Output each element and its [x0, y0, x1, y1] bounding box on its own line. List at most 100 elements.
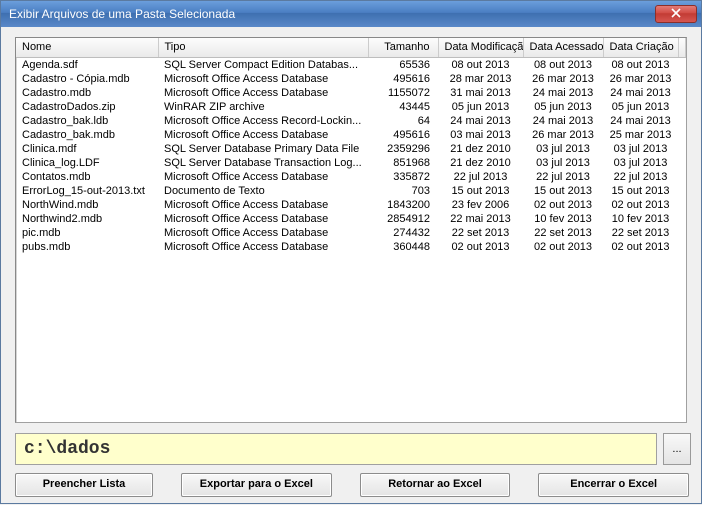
cell-tipo: Microsoft Office Access Database	[158, 226, 368, 240]
cell-nome: NorthWind.mdb	[16, 198, 158, 212]
cell-nome: CadastroDados.zip	[16, 100, 158, 114]
cell-cre: 03 jul 2013	[603, 156, 678, 170]
cell-cre: 10 fev 2013	[603, 212, 678, 226]
cell-tamanho: 495616	[368, 72, 438, 86]
table-row[interactable]: Cadastro.mdbMicrosoft Office Access Data…	[16, 86, 686, 100]
cell-tipo: Microsoft Office Access Database	[158, 240, 368, 254]
cell-tipo: WinRAR ZIP archive	[158, 100, 368, 114]
cell-acc: 26 mar 2013	[523, 72, 603, 86]
cell-nome: Contatos.mdb	[16, 170, 158, 184]
cell-mod: 22 jul 2013	[438, 170, 523, 184]
cell-tipo: Microsoft Office Access Database	[158, 170, 368, 184]
close-button[interactable]	[655, 5, 697, 23]
cell-nome: Northwind2.mdb	[16, 212, 158, 226]
col-nome[interactable]: Nome	[16, 38, 158, 57]
export-excel-button[interactable]: Exportar para o Excel	[181, 473, 332, 497]
cell-mod: 05 jun 2013	[438, 100, 523, 114]
table-row[interactable]: pic.mdbMicrosoft Office Access Database2…	[16, 226, 686, 240]
cell-mod: 08 out 2013	[438, 57, 523, 72]
cell-tipo: Microsoft Office Access Database	[158, 72, 368, 86]
col-acessado[interactable]: Data Acessado	[523, 38, 603, 57]
col-tipo[interactable]: Tipo	[158, 38, 368, 57]
cell-cre: 24 mai 2013	[603, 114, 678, 128]
table-row[interactable]: ErrorLog_15-out-2013.txtDocumento de Tex…	[16, 184, 686, 198]
cell-tamanho: 65536	[368, 57, 438, 72]
cell-cre: 24 mai 2013	[603, 86, 678, 100]
table-row[interactable]: pubs.mdbMicrosoft Office Access Database…	[16, 240, 686, 254]
cell-mod: 02 out 2013	[438, 240, 523, 254]
close-icon	[671, 7, 681, 21]
cell-mod: 31 mai 2013	[438, 86, 523, 100]
title-bar: Exibir Arquivos de uma Pasta Selecionada	[1, 1, 701, 27]
cell-acc: 03 jul 2013	[523, 142, 603, 156]
cell-cre: 25 mar 2013	[603, 128, 678, 142]
cell-tamanho: 2854912	[368, 212, 438, 226]
cell-nome: Cadastro_bak.mdb	[16, 128, 158, 142]
cell-acc: 24 mai 2013	[523, 86, 603, 100]
cell-mod: 28 mar 2013	[438, 72, 523, 86]
cell-nome: pic.mdb	[16, 226, 158, 240]
col-tamanho[interactable]: Tamanho	[368, 38, 438, 57]
cell-tipo: Microsoft Office Access Database	[158, 86, 368, 100]
cell-acc: 22 set 2013	[523, 226, 603, 240]
table-row[interactable]: Agenda.sdfSQL Server Compact Edition Dat…	[16, 57, 686, 72]
cell-tamanho: 360448	[368, 240, 438, 254]
table-row[interactable]: Northwind2.mdbMicrosoft Office Access Da…	[16, 212, 686, 226]
cell-tamanho: 2359296	[368, 142, 438, 156]
cell-nome: pubs.mdb	[16, 240, 158, 254]
cell-tamanho: 43445	[368, 100, 438, 114]
cell-acc: 24 mai 2013	[523, 114, 603, 128]
path-input[interactable]: c:\dados	[15, 433, 657, 465]
cell-mod: 21 dez 2010	[438, 142, 523, 156]
cell-nome: Cadastro - Cópia.mdb	[16, 72, 158, 86]
cell-nome: Cadastro_bak.ldb	[16, 114, 158, 128]
cell-tamanho: 851968	[368, 156, 438, 170]
cell-nome: Clinica.mdf	[16, 142, 158, 156]
cell-mod: 22 mai 2013	[438, 212, 523, 226]
cell-cre: 22 jul 2013	[603, 170, 678, 184]
cell-tamanho: 335872	[368, 170, 438, 184]
cell-cre: 15 out 2013	[603, 184, 678, 198]
cell-acc: 15 out 2013	[523, 184, 603, 198]
cell-acc: 03 jul 2013	[523, 156, 603, 170]
cell-tamanho: 1843200	[368, 198, 438, 212]
table-row[interactable]: Cadastro_bak.ldbMicrosoft Office Access …	[16, 114, 686, 128]
cell-cre: 02 out 2013	[603, 240, 678, 254]
cell-mod: 21 dez 2010	[438, 156, 523, 170]
table-row[interactable]: Clinica_log.LDFSQL Server Database Trans…	[16, 156, 686, 170]
cell-acc: 10 fev 2013	[523, 212, 603, 226]
cell-acc: 22 jul 2013	[523, 170, 603, 184]
cell-cre: 02 out 2013	[603, 198, 678, 212]
col-modificacao[interactable]: Data Modificação	[438, 38, 523, 57]
cell-mod: 15 out 2013	[438, 184, 523, 198]
table-row[interactable]: Clinica.mdfSQL Server Database Primary D…	[16, 142, 686, 156]
cell-tamanho: 274432	[368, 226, 438, 240]
browse-button[interactable]: ...	[663, 433, 691, 465]
return-excel-button[interactable]: Retornar ao Excel	[360, 473, 511, 497]
cell-tipo: Microsoft Office Access Database	[158, 212, 368, 226]
close-excel-button[interactable]: Encerrar o Excel	[538, 473, 689, 497]
fill-list-button[interactable]: Preencher Lista	[15, 473, 153, 497]
cell-tamanho: 64	[368, 114, 438, 128]
cell-cre: 08 out 2013	[603, 57, 678, 72]
cell-mod: 23 fev 2006	[438, 198, 523, 212]
cell-mod: 24 mai 2013	[438, 114, 523, 128]
cell-acc: 26 mar 2013	[523, 128, 603, 142]
col-spare[interactable]	[678, 38, 686, 57]
table-row[interactable]: NorthWind.mdbMicrosoft Office Access Dat…	[16, 198, 686, 212]
file-list[interactable]: Nome Tipo Tamanho Data Modificação Data …	[15, 37, 687, 423]
cell-tamanho: 495616	[368, 128, 438, 142]
table-row[interactable]: Cadastro_bak.mdbMicrosoft Office Access …	[16, 128, 686, 142]
table-row[interactable]: CadastroDados.zipWinRAR ZIP archive43445…	[16, 100, 686, 114]
cell-nome: ErrorLog_15-out-2013.txt	[16, 184, 158, 198]
table-row[interactable]: Cadastro - Cópia.mdbMicrosoft Office Acc…	[16, 72, 686, 86]
col-criacao[interactable]: Data Criação	[603, 38, 678, 57]
cell-tipo: Microsoft Office Access Database	[158, 198, 368, 212]
cell-tipo: SQL Server Database Transaction Log...	[158, 156, 368, 170]
column-headers[interactable]: Nome Tipo Tamanho Data Modificação Data …	[16, 38, 686, 57]
content-area: Nome Tipo Tamanho Data Modificação Data …	[1, 27, 701, 505]
cell-tipo: Microsoft Office Access Record-Lockin...	[158, 114, 368, 128]
cell-cre: 03 jul 2013	[603, 142, 678, 156]
table-row[interactable]: Contatos.mdbMicrosoft Office Access Data…	[16, 170, 686, 184]
cell-cre: 22 set 2013	[603, 226, 678, 240]
